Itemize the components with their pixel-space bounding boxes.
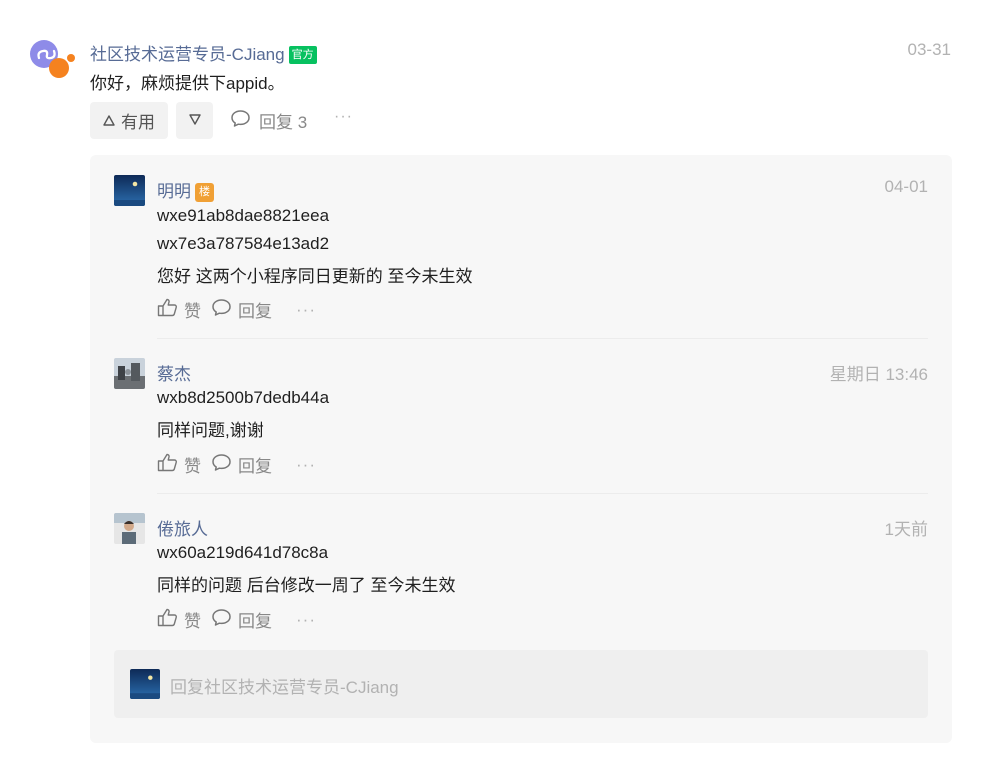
reply-text-line: 您好 这两个小程序同日更新的 至今未生效 — [157, 267, 473, 286]
avatar[interactable] — [114, 175, 145, 206]
reply-label: 回复 — [238, 302, 272, 321]
divider — [157, 493, 928, 494]
avatar[interactable] — [114, 513, 145, 544]
more-options-icon[interactable]: ··· — [334, 108, 353, 126]
avatar[interactable] — [114, 358, 145, 389]
divider — [157, 338, 928, 339]
avatar — [130, 669, 160, 699]
useful-label: 有用 — [121, 113, 155, 132]
reply-text-line: 同样问题,谢谢 — [157, 421, 264, 440]
reply-date: 04-01 — [884, 177, 928, 196]
reply-text-line: 同样的问题 后台修改一周了 至今未生效 — [157, 576, 456, 595]
reply-label: 回复 — [238, 612, 272, 631]
like-label: 赞 — [184, 302, 201, 321]
reply-text-line: wx60a219d641d78c8a — [157, 543, 329, 562]
post-author[interactable]: 社区技术运营专员-CJiang 官方 — [90, 40, 317, 65]
not-useful-button[interactable] — [176, 102, 213, 139]
like-thumb-icon — [157, 608, 178, 632]
reply-compose-input[interactable]: 回复社区技术运营专员-CJiang — [114, 650, 928, 718]
thumb-up-triangle-icon — [103, 111, 115, 131]
reply-author-name[interactable]: 蔡杰 — [157, 365, 191, 384]
reply-author[interactable]: 蔡杰 — [157, 360, 191, 385]
comment-bubble-icon — [211, 298, 232, 322]
miniprogram-logo-icon[interactable] — [29, 39, 75, 81]
post-date: 03-31 — [907, 40, 951, 59]
reply-count-label: 回复 3 — [259, 113, 308, 132]
official-badge: 官方 — [288, 46, 317, 64]
comment-bubble-icon — [211, 453, 232, 477]
reply-item: 倦旅人 1天前 wx60a219d641d78c8a 同样的问题 后台修改一周了… — [114, 513, 928, 633]
floor-owner-badge: 楼 — [195, 183, 214, 202]
reply-button[interactable]: 回复 — [211, 452, 272, 477]
reply-text-line: wxb8d2500b7dedb44a — [157, 388, 330, 407]
like-label: 赞 — [184, 457, 201, 476]
thumb-down-triangle-icon — [188, 112, 201, 130]
more-options-icon[interactable]: ··· — [296, 455, 316, 475]
useful-button[interactable]: 有用 — [90, 102, 168, 139]
reply-text-line: wxe91ab8dae8821eea — [157, 206, 330, 225]
like-button[interactable]: 赞 — [157, 607, 201, 632]
reply-author[interactable]: 明明楼 — [157, 177, 214, 202]
reply-item: 明明楼 04-01 wxe91ab8dae8821eea wx7e3a78758… — [114, 175, 928, 322]
more-options-icon[interactable]: ··· — [296, 610, 316, 630]
post-content: 你好，麻烦提供下appid。 — [90, 74, 285, 93]
reply-author-name[interactable]: 明明 — [157, 182, 191, 201]
like-button[interactable]: 赞 — [157, 297, 201, 322]
reply-text-line: wx7e3a787584e13ad2 — [157, 234, 330, 253]
compose-placeholder: 回复社区技术运营专员-CJiang — [170, 678, 399, 697]
reply-actions: 赞 回复 ··· — [157, 452, 316, 477]
reply-count-button[interactable]: 回复 3 — [230, 108, 307, 133]
reply-author-name[interactable]: 倦旅人 — [157, 520, 208, 539]
author-name[interactable]: 社区技术运营专员-CJiang — [90, 45, 285, 64]
reply-button[interactable]: 回复 — [211, 297, 272, 322]
like-button[interactable]: 赞 — [157, 452, 201, 477]
reply-actions: 赞 回复 ··· — [157, 297, 316, 322]
reply-button[interactable]: 回复 — [211, 607, 272, 632]
reply-label: 回复 — [238, 457, 272, 476]
reply-date: 星期日 13:46 — [829, 365, 928, 384]
like-thumb-icon — [157, 453, 178, 477]
reply-author[interactable]: 倦旅人 — [157, 515, 208, 540]
comment-bubble-icon — [211, 608, 232, 632]
comment-bubble-icon — [230, 109, 251, 133]
reply-item: 蔡杰 星期日 13:46 wxb8d2500b7dedb44a 同样问题,谢谢 … — [114, 358, 928, 478]
like-label: 赞 — [184, 612, 201, 631]
replies-panel: 明明楼 04-01 wxe91ab8dae8821eea wx7e3a78758… — [90, 155, 952, 743]
more-options-icon[interactable]: ··· — [296, 300, 316, 320]
reply-date: 1天前 — [884, 520, 928, 539]
comment-thread: 社区技术运营专员-CJiang 官方 03-31 你好，麻烦提供下appid。 有… — [0, 0, 986, 760]
reply-actions: 赞 回复 ··· — [157, 607, 316, 632]
like-thumb-icon — [157, 298, 178, 322]
